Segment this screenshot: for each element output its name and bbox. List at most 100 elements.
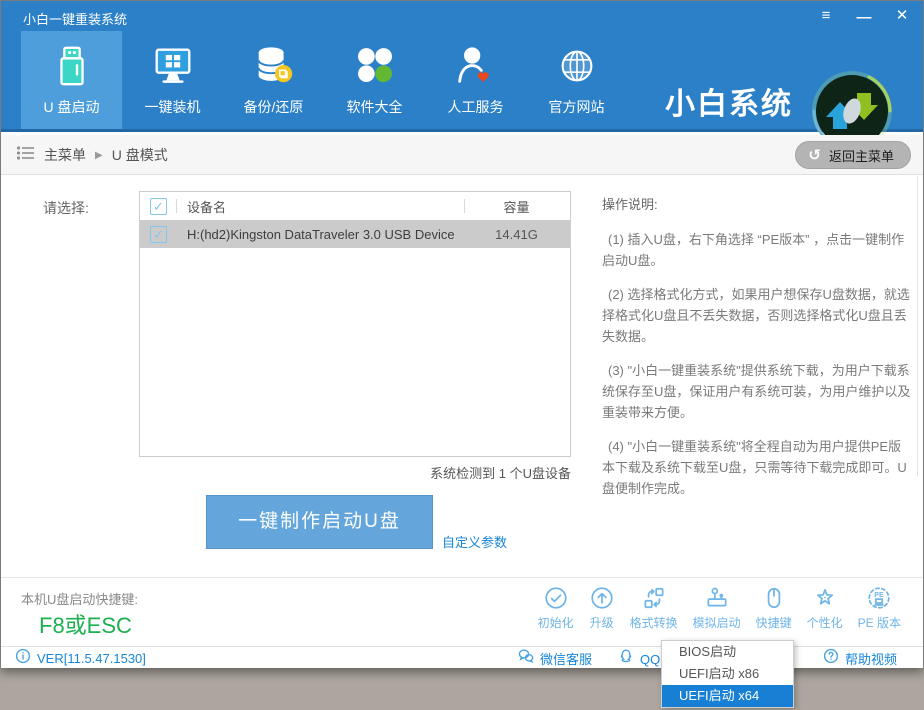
tools-row: 初始化 升级 格式转换 bbox=[538, 585, 901, 631]
nav-items: U 盘启动 一键装机 bbox=[21, 31, 627, 129]
wechat-label: 微信客服 bbox=[540, 649, 592, 668]
nav-item-software-collection[interactable]: 软件大全 bbox=[324, 31, 425, 129]
instruction-step: (3) "小白一键重装系统"提供系统下载，为用户下载系统保存至U盘，保证用户有系… bbox=[602, 360, 914, 423]
hotkey-value: F8或ESC bbox=[39, 608, 132, 640]
detect-status-text: 系统检测到 1 个U盘设备 bbox=[139, 463, 571, 482]
info-icon bbox=[15, 648, 31, 669]
simulate-boot-joystick-icon bbox=[704, 585, 730, 611]
nav-item-backup-restore[interactable]: 备份/还原 bbox=[223, 31, 324, 129]
instruction-step: (4) "小白一键重装系统"将全程自动为用户提供PE版本下载及系统下载至U盘，只… bbox=[602, 436, 914, 499]
main-content: 请选择: ✓ 设备名 容量 ✓ H:(hd2)Kingston DataTrav… bbox=[1, 176, 923, 577]
wechat-icon bbox=[518, 648, 534, 669]
header-divider bbox=[176, 199, 177, 213]
make-boot-usb-button[interactable]: 一键制作启动U盘 bbox=[206, 495, 433, 549]
nav-label: 官方网站 bbox=[549, 97, 605, 117]
pe-version-icon: PE bbox=[866, 585, 892, 611]
close-icon[interactable]: ✕ bbox=[891, 5, 913, 27]
tool-label: 格式转换 bbox=[630, 614, 678, 631]
nav-label: 人工服务 bbox=[448, 97, 504, 117]
monitor-icon bbox=[150, 43, 196, 89]
svg-text:PE: PE bbox=[875, 592, 885, 599]
personalize-star-icon bbox=[812, 585, 838, 611]
instructions-panel: 操作说明: (1) 插入U盘，右下角选择 “PE版本” ，点击一键制作启动U盘。… bbox=[602, 194, 914, 512]
brand-name: 小白系统 bbox=[665, 79, 805, 123]
tool-personalize[interactable]: 个性化 bbox=[807, 585, 843, 631]
apps-icon bbox=[352, 43, 398, 89]
nav-item-usb-boot[interactable]: U 盘启动 bbox=[21, 31, 122, 129]
tool-simulate-boot[interactable]: 模拟启动 bbox=[693, 585, 741, 631]
tool-label: PE 版本 bbox=[858, 614, 901, 631]
nav-bar: U 盘启动 一键装机 bbox=[1, 31, 923, 132]
globe-icon bbox=[554, 43, 600, 89]
breadcrumb-bar: 主菜单 ▶ U 盘模式 ↺ 返回主菜单 bbox=[1, 135, 923, 175]
tool-upgrade[interactable]: 升级 bbox=[589, 585, 615, 631]
header-divider bbox=[464, 199, 465, 213]
device-table: ✓ 设备名 容量 ✓ H:(hd2)Kingston DataTraveler … bbox=[139, 191, 571, 457]
nav-item-human-service[interactable]: 人工服务 bbox=[425, 31, 526, 129]
app-title: 小白一键重装系统 bbox=[23, 9, 127, 28]
help-video[interactable]: 帮助视频 bbox=[823, 647, 897, 669]
window-controls: ≡ — ✕ bbox=[815, 5, 913, 27]
breadcrumb-root[interactable]: 主菜单 bbox=[44, 145, 86, 165]
tool-label: 个性化 bbox=[807, 614, 843, 631]
title-bar: 小白一键重装系统 ≡ — ✕ bbox=[1, 1, 923, 31]
instruction-step: (2) 选择格式化方式，如果用户想保存U盘数据，就选择格式化U盘且不丢失数据，否… bbox=[602, 284, 914, 347]
bottom-bar: 本机U盘启动快捷键: F8或ESC 初始化 升级 bbox=[1, 577, 923, 646]
question-icon bbox=[823, 648, 839, 669]
return-main-menu-button[interactable]: ↺ 返回主菜单 bbox=[795, 141, 911, 169]
menu-icon[interactable]: ≡ bbox=[815, 5, 837, 27]
scrollbar-track[interactable] bbox=[917, 176, 918, 476]
initialize-check-icon bbox=[543, 585, 569, 611]
wechat-service[interactable]: 微信客服 bbox=[518, 647, 592, 669]
back-arrow-icon: ↺ bbox=[808, 148, 821, 163]
tool-label: 快捷键 bbox=[756, 614, 792, 631]
breadcrumb-current: U 盘模式 bbox=[112, 145, 168, 165]
tool-pe-version[interactable]: PE PE 版本 bbox=[858, 585, 901, 631]
device-name: H:(hd2)Kingston DataTraveler 3.0 USB Dev… bbox=[177, 227, 463, 242]
column-device-name: 设备名 bbox=[177, 197, 463, 216]
pe-version-popup-menu: BIOS启动 UEFI启动 x86 UEFI启动 x64 bbox=[661, 640, 794, 708]
qq-penguin-icon bbox=[618, 648, 634, 669]
app-window: 小白一键重装系统 ≡ — ✕ U 盘启动 bbox=[0, 0, 924, 668]
tool-label: 模拟启动 bbox=[693, 614, 741, 631]
hotkey-label: 本机U盘启动快捷键: bbox=[21, 589, 138, 608]
popup-item-bios[interactable]: BIOS启动 bbox=[662, 641, 793, 663]
column-capacity: 容量 bbox=[463, 197, 570, 216]
popup-item-uefi-x86[interactable]: UEFI启动 x86 bbox=[662, 663, 793, 685]
row-checkbox-cell: ✓ bbox=[140, 226, 177, 243]
backup-restore-icon bbox=[251, 43, 297, 89]
popup-item-uefi-x64[interactable]: UEFI启动 x64 bbox=[662, 685, 793, 707]
nav-label: 备份/还原 bbox=[244, 97, 304, 117]
hotkey-mouse-icon bbox=[761, 585, 787, 611]
breadcrumb: 主菜单 ▶ U 盘模式 bbox=[17, 135, 168, 175]
device-capacity: 14.41G bbox=[463, 227, 570, 242]
select-label: 请选择: bbox=[43, 198, 89, 218]
table-header: ✓ 设备名 容量 bbox=[140, 192, 570, 220]
nav-item-official-website[interactable]: 官方网站 bbox=[526, 31, 627, 129]
tool-format-convert[interactable]: 格式转换 bbox=[630, 585, 678, 631]
version-text: VER[11.5.47.1530] bbox=[37, 651, 146, 666]
custom-params-link[interactable]: 自定义参数 bbox=[442, 532, 507, 551]
tool-hotkey[interactable]: 快捷键 bbox=[756, 585, 792, 631]
upgrade-arrow-icon bbox=[589, 585, 615, 611]
instructions-title: 操作说明: bbox=[602, 194, 914, 213]
tool-label: 升级 bbox=[590, 614, 614, 631]
nav-label: 软件大全 bbox=[347, 97, 403, 117]
usb-drive-icon bbox=[49, 43, 95, 89]
menu-list-icon bbox=[17, 146, 35, 165]
select-all-checkbox[interactable]: ✓ bbox=[150, 198, 167, 215]
header-checkbox-cell: ✓ bbox=[140, 198, 177, 215]
minimize-icon[interactable]: — bbox=[853, 5, 875, 27]
tool-initialize[interactable]: 初始化 bbox=[538, 585, 574, 631]
version-info: VER[11.5.47.1530] bbox=[15, 647, 146, 669]
breadcrumb-arrow-icon: ▶ bbox=[95, 150, 103, 161]
table-row[interactable]: ✓ H:(hd2)Kingston DataTraveler 3.0 USB D… bbox=[140, 220, 570, 248]
nav-label: 一键装机 bbox=[145, 97, 201, 117]
format-convert-icon bbox=[641, 585, 667, 611]
row-checkbox[interactable]: ✓ bbox=[150, 226, 167, 243]
nav-item-one-key-install[interactable]: 一键装机 bbox=[122, 31, 223, 129]
back-button-label: 返回主菜单 bbox=[829, 146, 894, 165]
instruction-step: (1) 插入U盘，右下角选择 “PE版本” ，点击一键制作启动U盘。 bbox=[602, 229, 914, 271]
nav-label: U 盘启动 bbox=[44, 97, 100, 117]
tool-label: 初始化 bbox=[538, 614, 574, 631]
